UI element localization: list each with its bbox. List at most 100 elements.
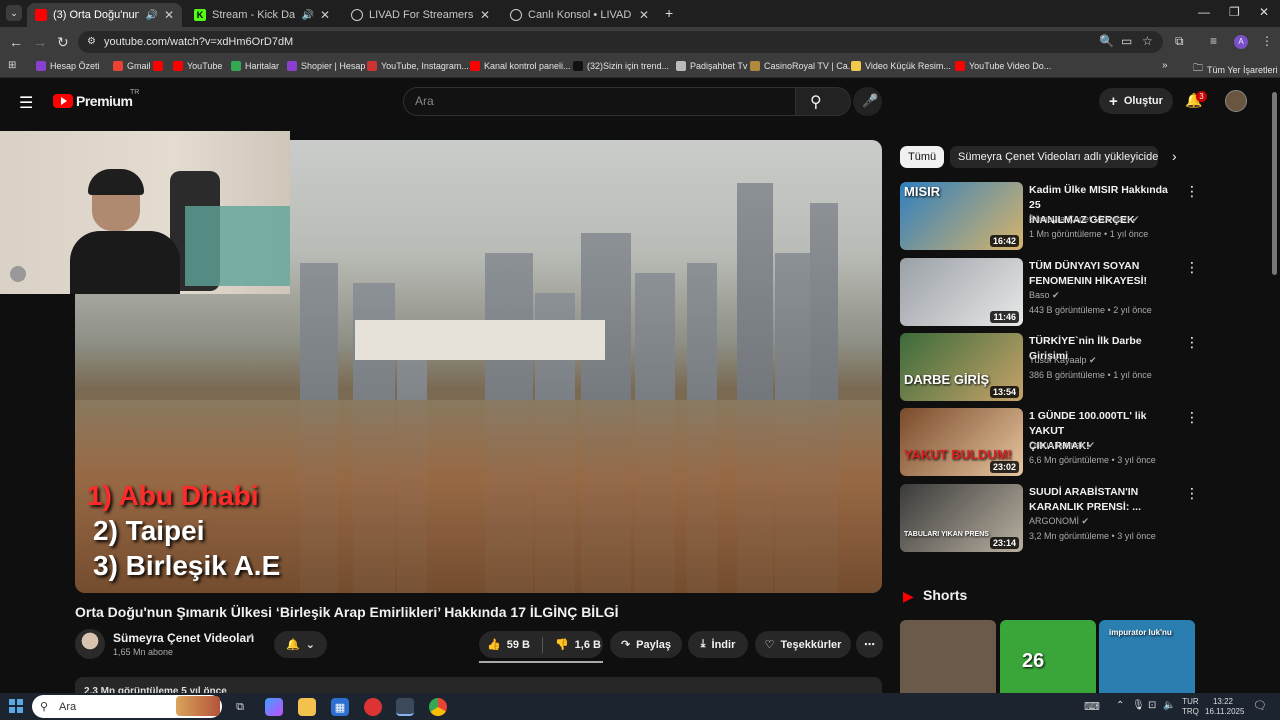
recommendation-channel[interactable]: Baso ✔	[1029, 290, 1060, 301]
apps-grid-icon[interactable]: ⊞	[8, 60, 16, 71]
bookmark-item[interactable]: YouTube	[173, 61, 222, 71]
more-options-icon[interactable]: ⋮	[1185, 183, 1199, 200]
minimize-icon[interactable]: —	[1198, 5, 1210, 19]
new-tab-icon[interactable]: +	[665, 5, 673, 21]
mic-tray-icon[interactable]: 🎙	[1132, 700, 1145, 711]
file-explorer-icon[interactable]	[298, 698, 316, 716]
bookmark-star-icon[interactable]: ☆	[1142, 34, 1153, 48]
close-tab-icon[interactable]: ✕	[480, 8, 490, 22]
recommendation-thumbnail[interactable]: MISIR 16:42	[900, 182, 1023, 250]
chrome-active-icon[interactable]	[396, 698, 414, 716]
channel-name[interactable]: Sümeyra Çenet Videoları	[113, 631, 254, 645]
reload-icon[interactable]: ↻	[57, 34, 69, 51]
short-thumbnail[interactable]	[900, 620, 996, 694]
restore-icon[interactable]: ❐	[1229, 5, 1240, 19]
short-thumbnail[interactable]: impurator luk'nu	[1099, 620, 1195, 694]
reading-list-icon[interactable]: ≡	[1210, 34, 1217, 48]
extensions-icon[interactable]: ⧉	[1175, 34, 1184, 49]
copilot-icon[interactable]	[265, 698, 283, 716]
close-window-icon[interactable]: ✕	[1259, 5, 1269, 19]
notification-center-icon[interactable]: 🗨	[1253, 699, 1267, 712]
speaker-icon[interactable]: 🔊	[301, 10, 313, 21]
close-tab-icon[interactable]: ✕	[639, 8, 649, 22]
hamburger-menu-icon[interactable]: ☰	[19, 93, 33, 113]
bookmark-item[interactable]: YouTube Video Do...	[955, 61, 1051, 71]
channel-label: Yusuf Kayaalp	[1029, 355, 1087, 365]
zoom-icon[interactable]: 🔍	[1099, 34, 1114, 48]
more-options-icon[interactable]: ⋮	[1185, 409, 1199, 426]
clock[interactable]: 13:22 16.11.2025	[1205, 697, 1244, 717]
search-input[interactable]	[403, 87, 796, 116]
profile-avatar[interactable]: A	[1234, 35, 1248, 49]
short-thumbnail[interactable]: 26	[1000, 620, 1096, 694]
all-bookmarks[interactable]: 🗀 Tüm Yer İşaretleri	[1193, 61, 1278, 78]
premium-logo-text[interactable]: Premium	[76, 93, 133, 109]
language-indicator[interactable]: TUR TRQ	[1182, 697, 1199, 717]
recommendation-channel[interactable]: Orkun Işıtmak ✔	[1029, 440, 1095, 451]
close-tab-icon[interactable]: ✕	[164, 8, 174, 22]
tab-livad-streamers[interactable]: LIVAD For Streamers - Monetiz... ✕	[343, 3, 498, 27]
bookmark-item[interactable]: Hesap Özeti	[36, 61, 100, 71]
volume-icon[interactable]: 🔈	[1163, 700, 1175, 711]
url-text[interactable]: youtube.com/watch?v=xdHm6OrD7dM	[104, 36, 293, 48]
speaker-icon[interactable]: 🔊	[145, 10, 157, 21]
bookmark-item[interactable]: Haritalar	[231, 61, 279, 71]
forward-icon[interactable]: →	[33, 34, 47, 50]
recommendation-thumbnail[interactable]: YAKUT BULDUM! 23:02	[900, 408, 1023, 476]
more-options-icon[interactable]: ⋮	[1185, 334, 1199, 351]
dislike-button[interactable]: 👎 1,6 B	[555, 638, 601, 652]
more-options-icon[interactable]: ⋮	[1185, 485, 1199, 502]
share-button[interactable]: ↷ Paylaş	[610, 631, 682, 658]
bookmark-item[interactable]	[153, 61, 167, 71]
cast-icon[interactable]: ▭	[1121, 34, 1132, 48]
tab-youtube-video[interactable]: (3) Orta Doğu'nun Şımarık Ü... 🔊 ✕	[27, 3, 182, 27]
tab-search-icon[interactable]: ⌄	[6, 5, 22, 21]
chip-all[interactable]: Tümü	[900, 146, 945, 168]
youtube-logo-icon[interactable]	[53, 94, 73, 108]
recommendation-channel[interactable]: Yusuf Kayaalp ✔	[1029, 355, 1097, 366]
recommendation-title[interactable]: TÜM DÜNYAYI SOYAN FENOMENIN HİKAYESİ!	[1029, 259, 1179, 289]
network-icon[interactable]: ⊡	[1148, 700, 1156, 711]
bookmark-item[interactable]: (32)Sizin için trend...	[573, 61, 669, 71]
menu-icon[interactable]: ⋮	[1261, 34, 1273, 48]
tray-chevron-icon[interactable]: ⌃	[1116, 700, 1124, 711]
bookmark-item[interactable]: CasinoRoyal TV | Ca...	[750, 61, 855, 71]
bookmark-item[interactable]: YouTube, Instagram...	[367, 61, 469, 71]
more-actions-button[interactable]: ⋯	[856, 631, 883, 658]
back-icon[interactable]: ←	[9, 34, 23, 50]
recommendation-thumbnail[interactable]: 11:46	[900, 258, 1023, 326]
chip-scroll-right-icon[interactable]: ›	[1172, 148, 1177, 164]
tab-livad-console[interactable]: Canlı Konsol • LIVAD ✕	[502, 3, 657, 27]
download-button[interactable]: ⤓ İndir	[688, 631, 748, 658]
recommendation-thumbnail[interactable]: TABULARI YIKAN PRENS 23:14	[900, 484, 1023, 552]
channel-avatar[interactable]	[75, 629, 105, 659]
start-button[interactable]	[9, 699, 23, 713]
more-bookmarks-icon[interactable]: »	[1162, 60, 1168, 71]
bookmark-item[interactable]: Video Küçük Resim...	[851, 61, 951, 71]
account-avatar[interactable]	[1225, 90, 1247, 112]
close-tab-icon[interactable]: ✕	[320, 8, 330, 22]
search-button[interactable]	[795, 87, 851, 116]
tab-kick-dashboard[interactable]: K Stream - Kick Dashboard 🔊 ✕	[186, 3, 338, 27]
recommendation-title[interactable]: SUUDİ ARABİSTAN'IN KARANLIK PRENSİ: ...	[1029, 485, 1179, 515]
recommendation-channel[interactable]: Sümeyra Çenet Videoları ✔	[1029, 214, 1139, 225]
site-info-icon[interactable]: ⚙	[87, 36, 96, 47]
thanks-button[interactable]: ♡ Teşekkürler	[755, 631, 851, 658]
bookmark-item[interactable]: Kanal kontrol paneli...	[470, 61, 571, 71]
recommendation-thumbnail[interactable]: DARBE GİRİŞ 13:54	[900, 333, 1023, 401]
bookmark-item[interactable]: Padişahbet Tv	[676, 61, 747, 71]
page-scrollbar[interactable]	[1272, 92, 1277, 275]
recommendation-channel[interactable]: ARGONOMİ ✔	[1029, 516, 1089, 527]
keyboard-icon[interactable]: ⌨	[1084, 700, 1100, 713]
like-button[interactable]: 👍 59 B	[487, 638, 530, 652]
chip-uploader[interactable]: Sümeyra Çenet Videoları adlı yükleyicide…	[950, 146, 1158, 168]
bookmark-item[interactable]: Gmail	[113, 61, 151, 71]
task-view-icon[interactable]: ⧉	[231, 698, 249, 716]
create-button[interactable]: + Oluştur	[1099, 88, 1173, 114]
store-icon[interactable]: ▦	[331, 698, 349, 716]
obs-icon[interactable]	[364, 698, 382, 716]
subscription-bell-button[interactable]: 🔔 ⌄	[274, 631, 327, 658]
chrome-icon[interactable]	[429, 698, 447, 716]
more-options-icon[interactable]: ⋮	[1185, 259, 1199, 276]
bookmark-item[interactable]: Shopier | Hesap	[287, 61, 365, 71]
